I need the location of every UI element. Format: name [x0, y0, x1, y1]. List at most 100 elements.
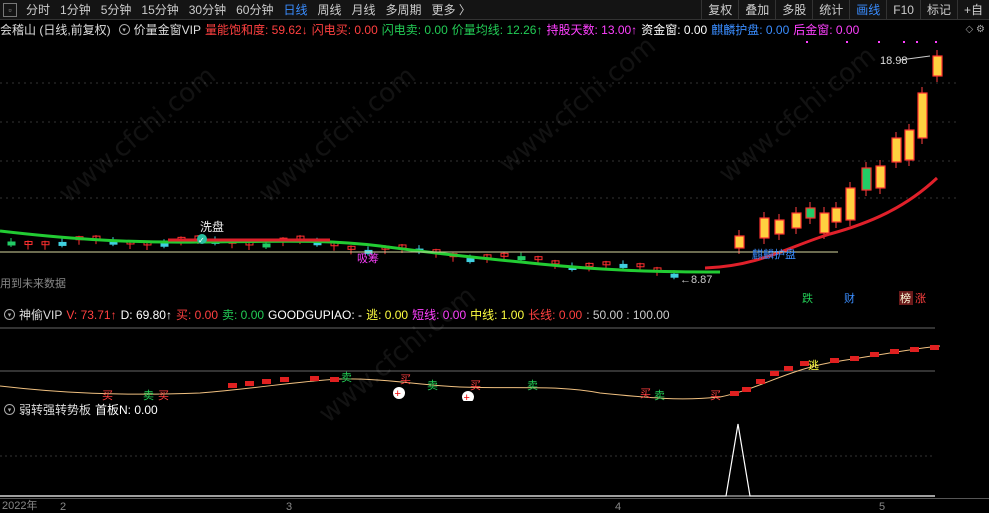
candle-body — [845, 187, 856, 221]
buy-signal: 买 — [102, 389, 113, 401]
candle-body — [891, 137, 902, 163]
tf-15min[interactable]: 15分钟 — [136, 1, 183, 18]
candle-body — [160, 242, 169, 247]
legend-item: 持股天数: 13.00↑ — [546, 23, 638, 37]
sub1-menu-icon[interactable]: ▾ — [4, 309, 15, 320]
candle-body — [774, 219, 785, 235]
tf-more[interactable]: 更多 〉 — [427, 1, 476, 18]
legend-item: 中线: 1.00 — [470, 308, 525, 322]
sell-signal: 卖 — [427, 379, 438, 392]
diamond-icon[interactable]: ◇ — [966, 24, 974, 35]
sub2-menu-icon[interactable]: ▾ — [4, 404, 15, 415]
sub1-legend: ▾ 神偷VIP V: 73.71↑ D: 69.80↑ 买: 0.00 卖: 0… — [0, 306, 674, 323]
period-toolbar: ▫ 分时 1分钟 5分钟 15分钟 30分钟 60分钟 日线 周线 月线 多周期… — [0, 0, 989, 20]
candle-body — [58, 241, 67, 246]
x-tick: 3 — [286, 501, 293, 513]
candle-body — [805, 207, 816, 219]
future-data-label: 用到未来数据 — [0, 276, 66, 290]
escape-signal: 逃 — [808, 359, 819, 372]
candle-body — [759, 217, 770, 239]
candle-body — [466, 258, 475, 263]
indicator-menu-icon[interactable]: ▾ — [118, 24, 130, 35]
stats-button[interactable]: 统计 — [812, 0, 849, 20]
legend-item: 闪电卖: 0.00 — [381, 23, 448, 37]
legend-item: 长线: 0.00 — [528, 308, 583, 322]
candle-body — [7, 241, 16, 246]
svg-text:✓: ✓ — [198, 236, 205, 245]
legend-item: : 50.00 : 100.00 — [586, 307, 670, 322]
plus-icon: + — [395, 388, 401, 400]
candle-body — [875, 165, 886, 189]
window-menu-icon[interactable]: ▫ — [3, 2, 17, 17]
f10-button[interactable]: F10 — [886, 0, 920, 20]
candle-body — [831, 207, 842, 223]
marker-zhang: 涨 — [915, 292, 926, 305]
multi-stock-button[interactable]: 多股 — [775, 0, 812, 20]
fuquan-button[interactable]: 复权 — [701, 0, 738, 20]
sub2-indicator-name[interactable]: 弱转强转势板 — [19, 401, 91, 418]
legend-item: 价量均线: 12.26↑ — [451, 23, 543, 37]
qilin-label: 麒麟护盘 — [752, 247, 796, 261]
x-tick: 5 — [879, 501, 886, 513]
marker-bang: 榜 — [900, 291, 911, 305]
panel-controls: ◇ ⚙ — [966, 24, 985, 35]
candle-body — [932, 55, 943, 77]
tf-60min[interactable]: 60分钟 — [231, 1, 278, 18]
tf-5min[interactable]: 5分钟 — [96, 1, 137, 18]
legend-item: 资金窗: 0.00 — [641, 23, 708, 37]
high-price-label: 18.98 — [880, 55, 908, 67]
candle-body — [791, 212, 802, 229]
tf-monthly[interactable]: 月线 — [347, 1, 381, 18]
legend-item: 首板N: 0.00 — [95, 403, 158, 417]
stock-title: 会稽山 (日线,前复权) — [0, 23, 111, 37]
legend-item: D: 69.80↑ — [120, 307, 172, 322]
legend-item: 逃: 0.00 — [366, 308, 409, 322]
tf-30min[interactable]: 30分钟 — [184, 1, 231, 18]
legend-item: GOODGUPIAO: - — [268, 307, 363, 322]
x-tick: 2 — [60, 501, 67, 513]
buy-signal: 买 — [710, 389, 721, 401]
x-tick: 4 — [615, 501, 622, 513]
xipan-label: 洗盘 — [200, 219, 224, 234]
marker-die: 跌 — [802, 291, 813, 305]
legend-item: 闪电买: 0.00 — [311, 23, 378, 37]
sell-signal: 卖 — [143, 389, 154, 401]
candle-body — [819, 212, 830, 234]
buy-signal: 买 — [640, 387, 651, 400]
candle-body — [670, 273, 679, 278]
settings-icon[interactable]: ⚙ — [976, 24, 985, 35]
legend-item: 卖: 0.00 — [222, 308, 265, 322]
mark-button[interactable]: 标记 — [919, 0, 957, 20]
tf-daily[interactable]: 日线 — [278, 1, 312, 18]
candle-body — [861, 167, 872, 191]
tf-1min[interactable]: 1分钟 — [55, 1, 96, 18]
indicator-name[interactable]: 价量金窗VIP — [134, 21, 201, 38]
sub1-signals: 买 买 卖 卖 买 卖 买 卖 买 卖 买 逃 + + — [102, 359, 819, 401]
candle-body — [734, 235, 745, 249]
tf-multi[interactable]: 多周期 — [381, 1, 427, 18]
sell-signal: 卖 — [654, 389, 665, 401]
x-tick: 2022年 — [2, 500, 38, 512]
draw-line-button[interactable]: 画线 — [849, 0, 886, 20]
low-price-marker: ←8.87 — [680, 274, 712, 286]
marker-cai: 财 — [844, 291, 855, 305]
overlay-button[interactable]: 叠加 — [738, 0, 775, 20]
plus-icon: + — [464, 392, 470, 401]
add-custom-button[interactable]: +自 — [956, 0, 989, 20]
tf-fenshi[interactable]: 分时 — [21, 1, 55, 18]
sell-signal: 卖 — [527, 379, 538, 392]
shentou-indicator-chart: 买 买 卖 卖 买 卖 买 卖 买 卖 买 逃 + + — [0, 327, 941, 401]
sub1-indicator-name[interactable]: 神偷VIP — [19, 306, 62, 323]
candle-body — [904, 129, 915, 161]
legend-item: 后金窗: 0.00 — [793, 23, 860, 37]
legend-item: 买: 0.00 — [175, 308, 219, 322]
buy-signal: 买 — [158, 389, 169, 401]
candle-body — [262, 243, 271, 248]
legend-item: 麒麟护盘: 0.00 — [711, 23, 790, 37]
tf-weekly[interactable]: 周线 — [312, 1, 346, 18]
main-legend: 会稽山 (日线,前复权) ▾ 价量金窗VIP 量能饱和度: 59.62↓ 闪电买… — [0, 21, 863, 38]
candle-body — [517, 256, 526, 261]
x-axis: 2022年 2 3 4 5 — [0, 498, 989, 513]
mid-label: 吸筹 — [357, 251, 379, 265]
legend-item: 量能饱和度: 59.62↓ — [205, 23, 308, 37]
